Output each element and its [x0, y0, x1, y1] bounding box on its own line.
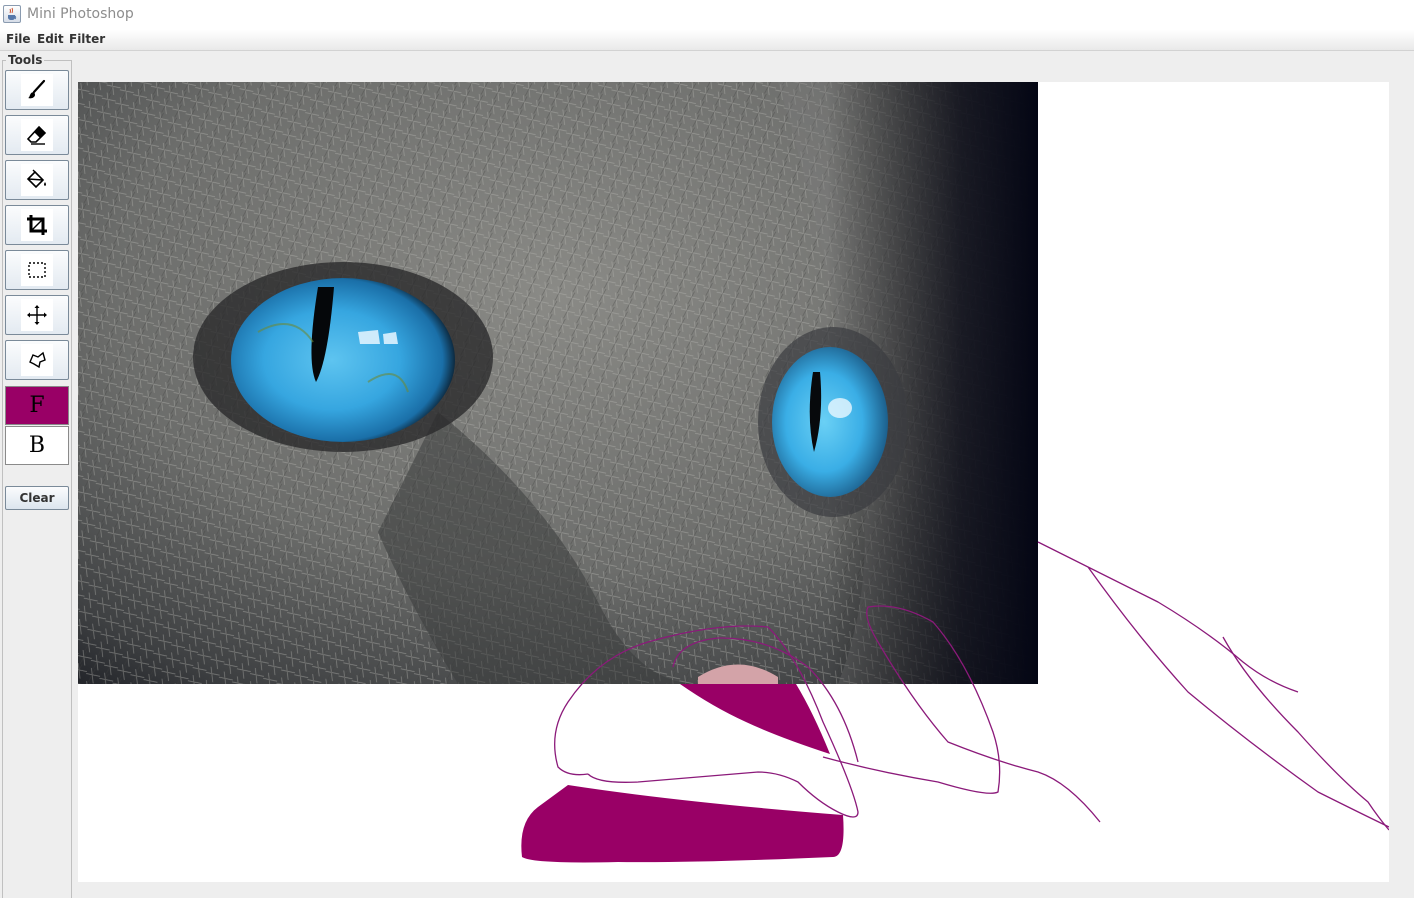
crop-icon [21, 209, 53, 241]
canvas-artwork [78, 82, 1389, 863]
eraser-icon [21, 119, 53, 151]
brush-tool-button[interactable] [5, 70, 69, 110]
background-color-button[interactable]: B [5, 426, 69, 465]
rectangle-select-tool-button[interactable] [5, 250, 69, 290]
lasso-icon [21, 344, 53, 376]
drawing-canvas[interactable] [78, 82, 1389, 882]
java-cup-icon [3, 5, 21, 23]
eraser-tool-button[interactable] [5, 115, 69, 155]
paint-bucket-tool-button[interactable] [5, 160, 69, 200]
window-title: Mini Photoshop [27, 6, 134, 22]
filled-shape-lower [521, 785, 844, 863]
title-bar: Mini Photoshop [0, 0, 1414, 30]
paint-bucket-icon [21, 164, 53, 196]
brush-icon [21, 74, 53, 106]
menu-bar: File Edit Filter [0, 30, 1414, 51]
crop-tool-button[interactable] [5, 205, 69, 245]
rectangle-select-icon [21, 254, 53, 286]
menu-edit[interactable]: Edit [37, 32, 64, 46]
tools-legend: Tools [6, 53, 45, 67]
foreground-color-button[interactable]: F [5, 386, 69, 425]
lasso-tool-button[interactable] [5, 340, 69, 380]
cat-photo [78, 82, 1038, 684]
filled-shape-upper [680, 684, 830, 754]
move-tool-button[interactable] [5, 295, 69, 335]
menu-file[interactable]: File [6, 32, 31, 46]
clear-button[interactable]: Clear [5, 486, 69, 510]
move-icon [21, 299, 53, 331]
menu-filter[interactable]: Filter [69, 32, 105, 46]
